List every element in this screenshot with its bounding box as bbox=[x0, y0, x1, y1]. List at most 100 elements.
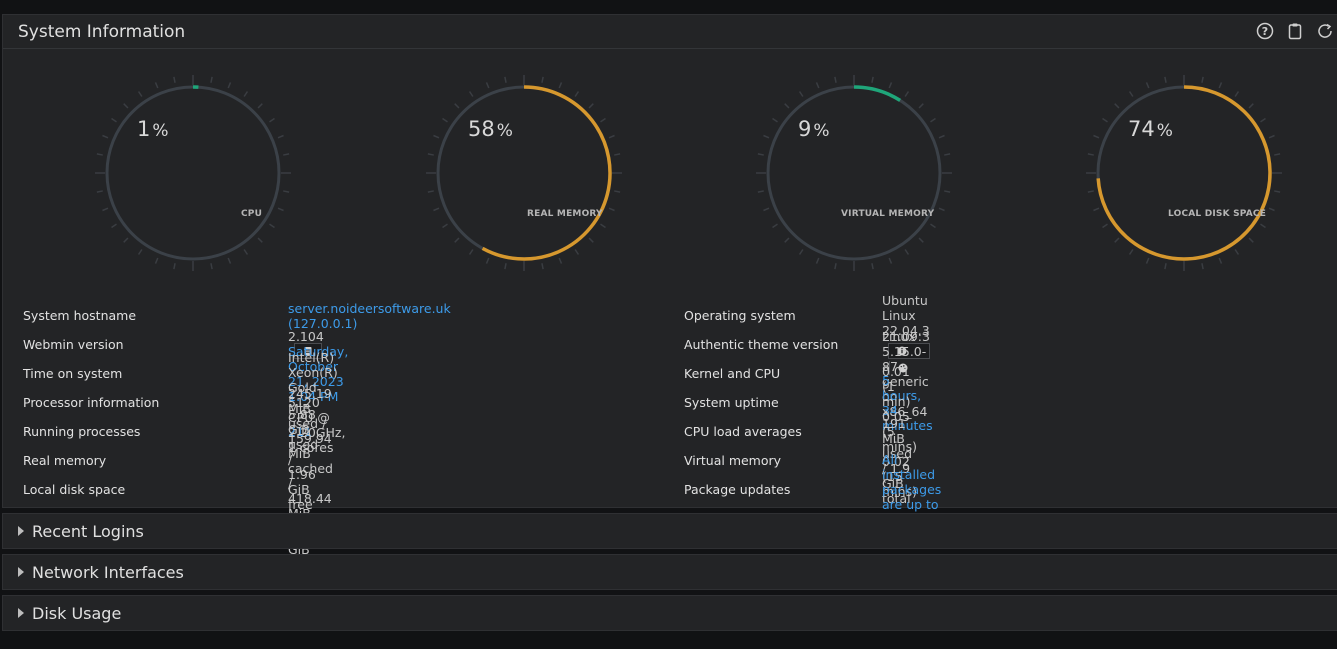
gauge-tick bbox=[1087, 190, 1094, 193]
info-row-time: Time on system Saturday, October 21, 202… bbox=[23, 344, 348, 404]
disk-usage-panel[interactable]: Disk Usage bbox=[2, 595, 1337, 631]
gauge-real-memory: 58% REAL MEMORY bbox=[426, 75, 622, 271]
gauge-tick bbox=[1234, 91, 1240, 97]
gauge-virtual-memory-value: 9% bbox=[798, 117, 830, 141]
panel-header[interactable]: Recent Logins bbox=[3, 514, 1337, 548]
gauge-real-memory-label: REAL MEMORY bbox=[527, 209, 603, 219]
recent-logins-panel[interactable]: Recent Logins bbox=[2, 513, 1337, 549]
info-label: Running processes bbox=[23, 424, 141, 439]
gauge-tick bbox=[504, 263, 507, 270]
gauge-tick bbox=[137, 249, 143, 255]
info-row-disk-space: Local disk space 5.88 GiB used / 1.96 Gi… bbox=[23, 407, 318, 572]
gauge-tick bbox=[427, 153, 434, 156]
info-label: Local disk space bbox=[23, 482, 126, 497]
info-row-theme-version: Authentic theme version 21.09:3 bbox=[684, 329, 930, 376]
gauge-tick bbox=[904, 91, 910, 97]
network-interfaces-panel[interactable]: Network Interfaces bbox=[2, 554, 1337, 590]
info-label: System uptime bbox=[684, 395, 779, 410]
gauge-tick bbox=[1102, 117, 1108, 123]
info-row-virtual-memory: Virtual memory 191 MiB used / 1.9 GiB to… bbox=[684, 416, 912, 506]
gauges-row: 1% CPU 58% REAL MEMORY 9% VIRTUAL MEMORY… bbox=[3, 63, 1337, 293]
info-table-left: System hostname server.noideersoftware.u… bbox=[23, 301, 451, 573]
info-label: Processor information bbox=[23, 395, 160, 410]
gauge-tick bbox=[614, 153, 621, 156]
gauge-tick bbox=[277, 134, 284, 139]
gauge-tick bbox=[154, 82, 159, 89]
svg-text:?: ? bbox=[1262, 25, 1268, 38]
info-row-hostname: System hostname server.noideersoftware.u… bbox=[23, 301, 451, 331]
hostname-link[interactable]: server.noideersoftware.uk (127.0.0.1) bbox=[288, 301, 451, 331]
info-label: Kernel and CPU bbox=[684, 366, 781, 381]
gauge-cpu: 1% CPU bbox=[95, 75, 291, 271]
gauge-tick bbox=[574, 91, 580, 97]
gauge-tick bbox=[227, 257, 232, 264]
gauge-local-disk-space: 74% LOCAL DISK SPACE bbox=[1086, 75, 1282, 271]
gauge-tick bbox=[102, 134, 109, 139]
gauge-tick bbox=[485, 257, 490, 264]
gauge-tick bbox=[1128, 249, 1134, 255]
gauge-tick bbox=[454, 103, 460, 109]
gauge-tick bbox=[154, 257, 159, 264]
gauge-real-memory-chart bbox=[426, 75, 622, 271]
gauge-tick bbox=[763, 134, 770, 139]
gauge-tick bbox=[541, 263, 544, 270]
gauge-tick bbox=[588, 103, 594, 109]
clipboard-icon[interactable] bbox=[1286, 22, 1304, 40]
gauge-tick bbox=[454, 237, 460, 243]
gauge-tick bbox=[1114, 237, 1120, 243]
gauge-tick bbox=[871, 76, 874, 83]
gauge-tick bbox=[433, 207, 440, 212]
gauge-virtual-memory: 9% VIRTUAL MEMORY bbox=[756, 75, 952, 271]
gauge-tick bbox=[283, 153, 290, 156]
gauge-tick bbox=[257, 237, 263, 243]
gauge-tick bbox=[1145, 257, 1150, 264]
help-icon[interactable]: ? bbox=[1256, 22, 1274, 40]
gauge-tick bbox=[277, 207, 284, 212]
gauge-tick bbox=[427, 190, 434, 193]
info-label: CPU load averages bbox=[684, 424, 802, 439]
gauge-local-disk-space-chart bbox=[1086, 75, 1282, 271]
panel-title: Recent Logins bbox=[32, 521, 144, 541]
gauge-tick bbox=[504, 76, 507, 83]
gauge-value-arc bbox=[853, 85, 902, 102]
info-label: Package updates bbox=[684, 482, 791, 497]
gauge-tick bbox=[1093, 134, 1100, 139]
gauge-real-memory-value: 58% bbox=[468, 117, 513, 141]
panel-header[interactable]: Network Interfaces bbox=[3, 555, 1337, 589]
gauge-tick bbox=[1268, 207, 1275, 212]
gauge-tick bbox=[588, 237, 594, 243]
gauge-tick bbox=[1218, 82, 1223, 89]
gauge-tick bbox=[558, 82, 563, 89]
gauge-tick bbox=[96, 153, 103, 156]
gauge-tick bbox=[1274, 153, 1281, 156]
info-label: System hostname bbox=[23, 308, 137, 323]
gauge-tick bbox=[433, 134, 440, 139]
gauge-tick bbox=[614, 190, 621, 193]
info-row-uptime: System uptime 5 hours, 34 minutes bbox=[684, 373, 933, 433]
panel-title: Network Interfaces bbox=[32, 562, 184, 582]
gauge-tick bbox=[1201, 76, 1204, 83]
gauge-tick bbox=[1260, 117, 1266, 123]
gauge-tick bbox=[772, 223, 778, 229]
gauge-tick bbox=[918, 103, 924, 109]
gauge-tick bbox=[102, 207, 109, 212]
gauge-tick bbox=[173, 76, 176, 83]
gauge-tick bbox=[938, 207, 945, 212]
gauge-tick bbox=[574, 249, 580, 255]
info-row-kernel: Kernel and CPU Linux 5.15.0-87-generic o… bbox=[684, 329, 929, 419]
refresh-icon[interactable] bbox=[1316, 22, 1334, 40]
gauge-tick bbox=[111, 223, 117, 229]
panel-header[interactable]: Disk Usage bbox=[3, 596, 1337, 630]
info-row-load: CPU load averages 0.01 (1 min) 0.05 (5 m… bbox=[684, 364, 917, 499]
gauge-cpu-label: CPU bbox=[241, 209, 263, 219]
panel-header-icons: ? bbox=[1256, 22, 1334, 40]
gauge-tick bbox=[558, 257, 563, 264]
gauge-tick bbox=[600, 223, 606, 229]
gauge-tick bbox=[944, 190, 951, 193]
gauge-tick bbox=[541, 76, 544, 83]
gauge-tick bbox=[784, 237, 790, 243]
gauge-tick bbox=[269, 117, 275, 123]
gauge-tick bbox=[600, 117, 606, 123]
gauge-tick bbox=[1218, 257, 1223, 264]
gauge-tick bbox=[798, 91, 804, 97]
